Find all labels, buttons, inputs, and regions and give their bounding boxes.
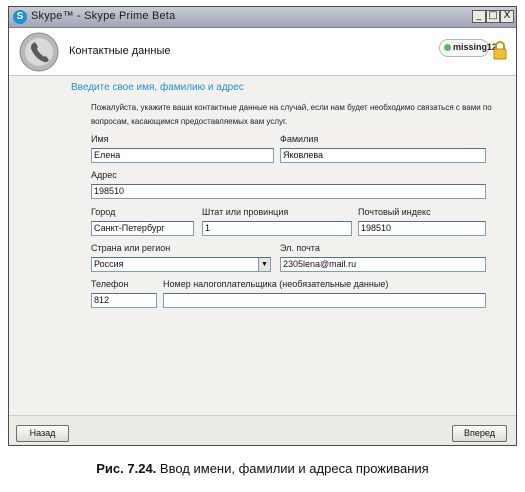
instructions-text: Пожалуйста, укажите ваши контактные данн… <box>91 103 492 126</box>
email-label: Эл. почта <box>280 243 320 253</box>
online-status-icon <box>444 44 451 51</box>
form-area: Введите свое имя, фамилию и адрес Пожалу… <box>9 76 516 415</box>
postal-code-field[interactable]: 198510 <box>358 221 486 236</box>
address-field[interactable]: 198510 <box>91 184 486 199</box>
first-name-label: Имя <box>91 134 109 144</box>
minimize-button[interactable]: _ <box>472 10 486 23</box>
close-button[interactable]: X <box>500 10 514 23</box>
tax-id-label: Номер налогоплательщика (необязательные … <box>163 279 389 289</box>
skype-icon: S <box>13 10 27 24</box>
page-title: Контактные данные <box>69 45 171 57</box>
state-field[interactable]: 1 <box>202 221 352 236</box>
user-status-badge[interactable]: missing12 <box>439 39 497 57</box>
last-name-label: Фамилия <box>280 134 319 144</box>
page-header: Контактные данные missing12 <box>9 28 516 76</box>
phone-field[interactable]: 812 <box>91 293 157 308</box>
skype-window: S Skype™ - Skype Prime Beta _ □ X Контак… <box>8 6 517 446</box>
back-button[interactable]: Назад <box>16 425 69 442</box>
section-title: Введите свое имя, фамилию и адрес <box>71 82 244 93</box>
city-label: Город <box>91 207 116 217</box>
skype-logo-icon <box>19 32 59 72</box>
state-label: Штат или провинция <box>202 207 289 217</box>
title-bar[interactable]: S Skype™ - Skype Prime Beta _ □ X <box>9 7 516 28</box>
country-value: Россия <box>94 259 124 269</box>
address-label: Адрес <box>91 170 117 180</box>
wizard-footer: Назад Вперед <box>9 415 516 445</box>
first-name-field[interactable]: Елена <box>91 148 274 163</box>
country-label: Страна или регион <box>91 243 171 253</box>
figure-number: Рис. 7.24. <box>96 461 157 476</box>
chevron-down-icon[interactable]: ▼ <box>258 258 270 271</box>
email-field[interactable]: 2305lena@mail.ru <box>280 257 486 272</box>
tax-id-field[interactable] <box>163 293 486 308</box>
figure-caption: Рис. 7.24. Ввод имени, фамилии и адреса … <box>0 461 525 476</box>
postal-code-label: Почтовый индекс <box>358 207 431 217</box>
username: missing12 <box>453 42 498 52</box>
last-name-field[interactable]: Яковлева <box>280 148 486 163</box>
city-field[interactable]: Санкт-Петербург <box>91 221 194 236</box>
window-title: Skype™ - Skype Prime Beta <box>31 10 176 22</box>
phone-label: Телефон <box>91 279 129 289</box>
figure-caption-text: Ввод имени, фамилии и адреса проживания <box>159 461 429 476</box>
country-select[interactable]: Россия ▼ <box>91 257 271 272</box>
maximize-button[interactable]: □ <box>486 10 500 23</box>
next-button[interactable]: Вперед <box>452 425 507 442</box>
lock-icon <box>493 41 507 60</box>
